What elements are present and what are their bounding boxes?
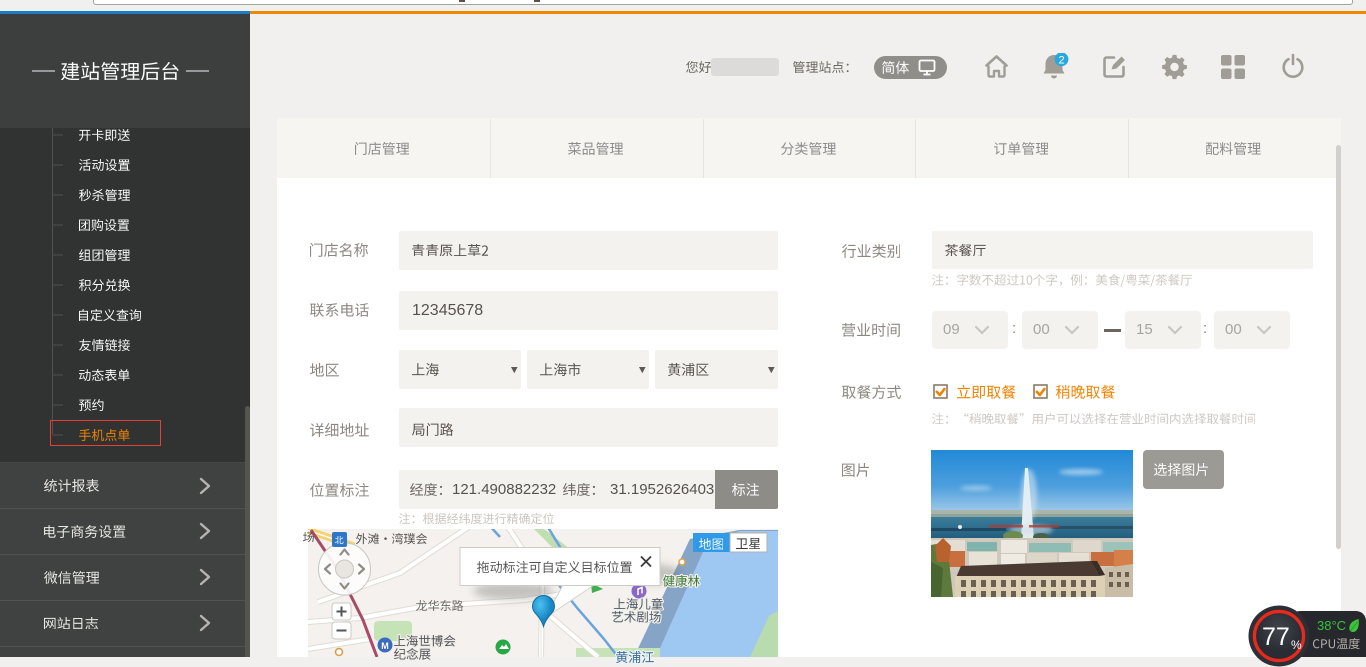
svg-text:2: 2 — [1058, 55, 1064, 67]
svg-text:77: 77 — [1262, 623, 1290, 651]
svg-text:%: % — [1291, 638, 1302, 652]
svg-text:M: M — [381, 641, 389, 651]
